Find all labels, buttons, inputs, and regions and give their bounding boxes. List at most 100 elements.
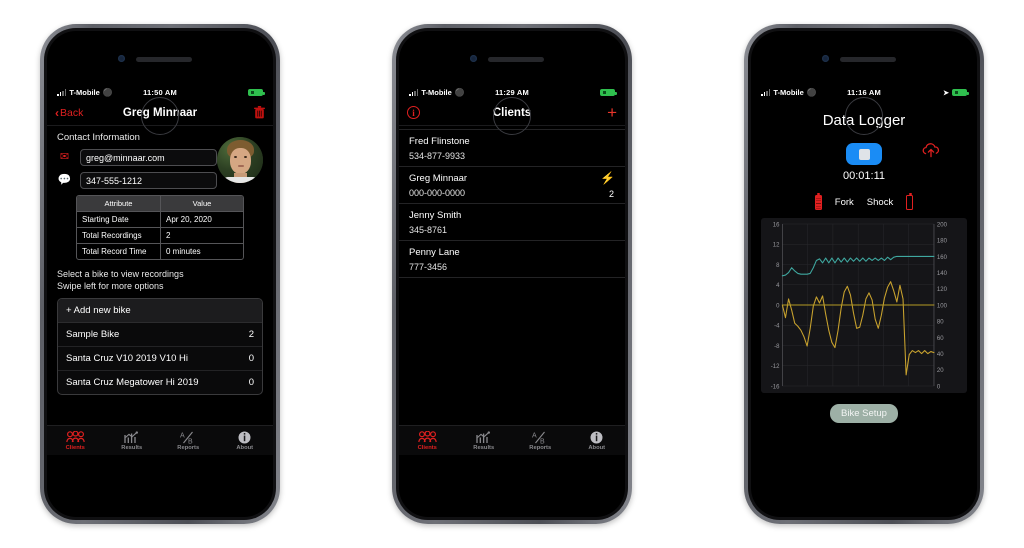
client-name: Penny Lane — [409, 247, 460, 258]
list-item[interactable]: Santa Cruz Megatower Hi 2019 0 — [58, 371, 262, 394]
table-cell-value: Apr 20, 2020 — [160, 212, 243, 227]
email-field[interactable]: greg@minnaar.com — [80, 149, 217, 166]
table-row: Starting Date Apr 20, 2020 — [77, 212, 243, 228]
svg-text:-16: -16 — [771, 383, 780, 390]
info-button[interactable]: i — [407, 106, 420, 119]
phone-2-bottom-bezel — [399, 85, 625, 147]
results-icon — [104, 430, 161, 444]
phone-3-bottom-bezel — [751, 85, 977, 147]
phone-1-bezel: T-Mobile ⚫ 11:50 AM ‹ Back Greg Minnaar … — [44, 28, 276, 520]
bike-name: Santa Cruz V10 2019 V10 Hi — [66, 353, 188, 365]
svg-text:20: 20 — [937, 367, 944, 374]
clients-icon — [47, 430, 104, 444]
shock-label: Shock — [866, 197, 894, 208]
tab-results[interactable]: Results — [104, 430, 161, 451]
svg-text:A: A — [180, 432, 185, 439]
phone-1-screenwrap: T-Mobile ⚫ 11:50 AM ‹ Back Greg Minnaar … — [47, 31, 273, 517]
client-list: Fred Flinstone 534-877-9933 Greg Minnaar… — [399, 126, 625, 278]
table-cell-attribute: Total Recordings — [82, 231, 142, 240]
plus-icon: + — [607, 103, 617, 122]
add-new-bike-button[interactable]: + Add new bike — [58, 299, 262, 324]
earpiece-speaker-icon — [136, 57, 192, 62]
bike-hint: Select a bike to view recordings Swipe l… — [57, 269, 263, 292]
tab-reports[interactable]: A B Reports — [160, 430, 217, 451]
table-cell-value: 2 — [160, 228, 243, 243]
svg-text:16: 16 — [773, 221, 780, 228]
list-item[interactable]: Sample Bike 2 — [58, 323, 262, 348]
phone-2-screenwrap: T-Mobile ⚫ 11:29 AM i Clients + Fred Fli… — [399, 31, 625, 517]
about-icon — [217, 430, 274, 444]
tab-label: About — [236, 445, 254, 451]
list-item[interactable]: Penny Lane 777-3456 — [399, 241, 625, 278]
back-button[interactable]: ‹ Back — [55, 107, 83, 119]
svg-text:0: 0 — [937, 383, 941, 390]
clients-icon — [399, 430, 456, 444]
home-button[interactable] — [493, 97, 531, 135]
tab-label: Clients — [65, 445, 85, 451]
client-name: Greg Minnaar — [409, 173, 468, 184]
home-button[interactable] — [845, 97, 883, 135]
reports-icon: A B — [160, 430, 217, 444]
table-row: Total Recordings 2 — [77, 228, 243, 244]
client-recording-count: 2 — [608, 189, 614, 199]
bike-name: Sample Bike — [66, 329, 120, 341]
tab-about[interactable]: About — [569, 430, 626, 451]
tab-clients[interactable]: Clients — [47, 430, 104, 451]
tab-clients[interactable]: Clients — [399, 430, 456, 451]
tab-reports[interactable]: A B Reports — [512, 430, 569, 451]
sensor-battery-row: Fork Shock — [751, 193, 977, 210]
bike-hint-line-1: Select a bike to view recordings — [57, 269, 184, 279]
list-item[interactable]: Santa Cruz V10 2019 V10 Hi 0 — [58, 347, 262, 372]
info-icon: i — [407, 106, 420, 119]
bolt-icon: ⚡ — [600, 171, 615, 185]
tab-label: Results — [121, 445, 143, 451]
tab-label: Reports — [177, 445, 200, 451]
tab-label: Results — [473, 445, 495, 451]
delete-client-button[interactable] — [254, 106, 265, 119]
client-phone: 534-877-9933 — [409, 151, 466, 161]
svg-text:12: 12 — [773, 242, 780, 249]
phone-row: 💬 347-555-1212 — [57, 172, 217, 189]
reports-icon: A B — [512, 430, 569, 444]
svg-text:A: A — [532, 432, 537, 439]
table-header-attribute: Attribute — [77, 196, 160, 211]
list-item[interactable]: Greg Minnaar 000-000-0000 ⚡ 2 — [399, 167, 625, 204]
svg-text:0: 0 — [776, 302, 780, 309]
tab-results[interactable]: Results — [456, 430, 513, 451]
bike-recording-count: 0 — [248, 353, 254, 365]
svg-text:-4: -4 — [774, 323, 780, 330]
svg-text:80: 80 — [937, 319, 944, 326]
back-button-content: ‹ Back — [55, 107, 83, 119]
table-row: Total Record Time 0 minutes — [77, 244, 243, 259]
phone-2-top-bezel — [399, 31, 625, 85]
phone-3-screenwrap: T-Mobile ⚫ 11:16 AM ➤ Data Logger 00:01:… — [751, 31, 977, 517]
contact-detail-body: Contact Information ✉ greg@minnaar.com 💬 — [47, 126, 273, 396]
bike-recording-count: 0 — [248, 377, 254, 389]
stats-table: Attribute Value Starting Date Apr 20, 20… — [76, 195, 244, 260]
svg-text:180: 180 — [937, 238, 948, 245]
tab-bar-1: Clients Results A B Reports About — [47, 425, 273, 455]
tab-about[interactable]: About — [217, 430, 274, 451]
shock-battery-icon — [906, 193, 914, 210]
bike-recording-count: 2 — [248, 329, 254, 341]
bike-setup-button[interactable]: Bike Setup — [830, 404, 898, 423]
chat-bubble-icon: 💬 — [57, 174, 72, 186]
screenshot-canvas: T-Mobile ⚫ 11:50 AM ‹ Back Greg Minnaar … — [0, 0, 1024, 548]
svg-text:100: 100 — [937, 302, 948, 309]
front-camera-icon — [470, 55, 477, 62]
table-cell-attribute: Total Record Time — [82, 247, 147, 256]
bike-list: + Add new bike Sample Bike 2 Santa Cruz … — [57, 298, 263, 396]
svg-text:8: 8 — [776, 262, 780, 269]
svg-text:200: 200 — [937, 221, 948, 228]
home-button[interactable] — [141, 97, 179, 135]
list-item[interactable]: Jenny Smith 345-8761 — [399, 204, 625, 241]
svg-text:B: B — [188, 438, 193, 444]
add-client-button[interactable]: + — [607, 104, 617, 121]
back-button-label: Back — [60, 106, 84, 119]
svg-text:120: 120 — [937, 286, 948, 293]
trash-icon — [254, 106, 265, 119]
svg-text:-8: -8 — [774, 343, 780, 350]
results-icon — [456, 430, 513, 444]
front-camera-icon — [822, 55, 829, 62]
phone-field[interactable]: 347-555-1212 — [80, 172, 217, 189]
